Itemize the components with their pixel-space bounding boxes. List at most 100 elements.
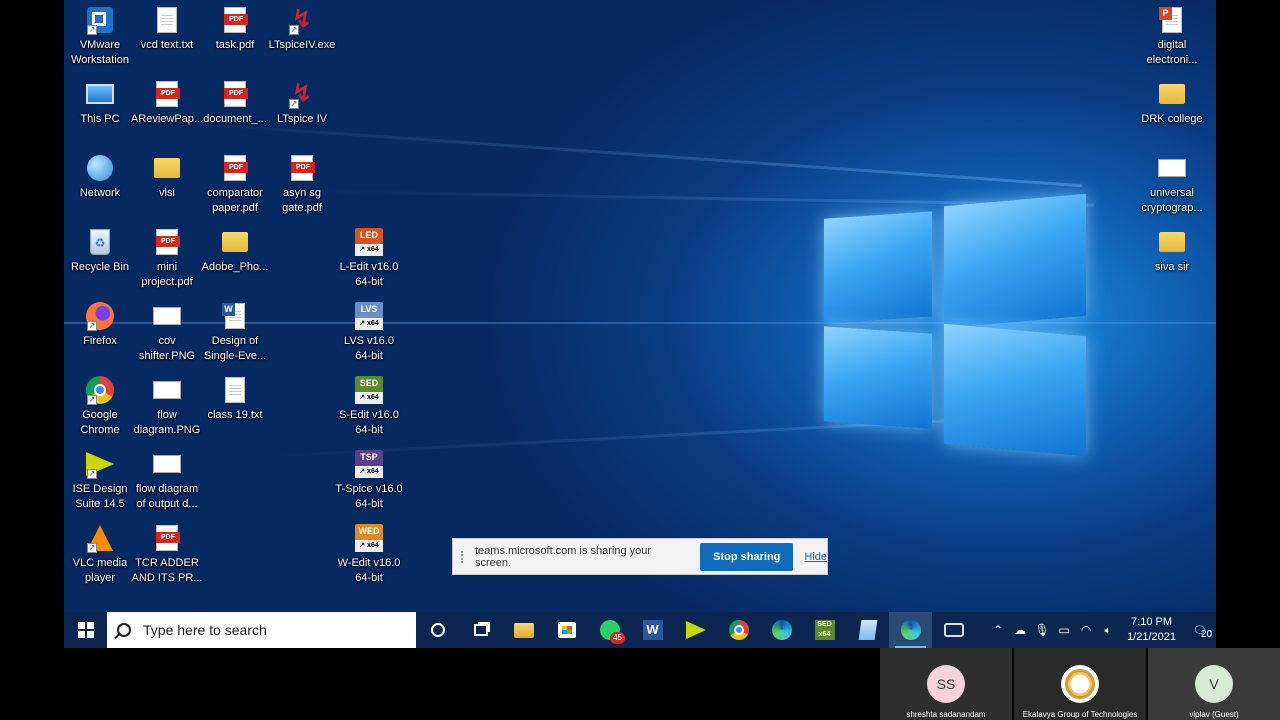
windows-logo-pane [824,211,932,324]
taskbar-app[interactable] [545,612,588,648]
folder-icon [1157,227,1187,257]
desktop-icon[interactable]: SED ↗ x64 S-Edit v16.0 64-bit [333,375,405,438]
desktop-icon-label: vlsi [159,187,175,199]
desktop-icon[interactable]: cov shifter.PNG [131,301,203,364]
desktop-icon[interactable]: This PC [64,79,136,127]
taskbar-app[interactable] [502,612,545,648]
taskbar-app[interactable] [846,612,889,648]
clock-date: 1/21/2021 [1127,631,1176,643]
clock[interactable]: 7:10 PM 1/21/2021 [1119,615,1184,645]
taskbar-app[interactable] [674,612,717,648]
notification-count: 20 [1201,628,1213,640]
powerpoint-file-icon: P [1157,5,1187,35]
desktop-icon[interactable]: WED ↗ x64 W-Edit v16.0 64-bit [333,523,405,586]
desktop-icon[interactable]: PDF document_... [199,79,271,127]
drag-grip-icon[interactable] [461,550,467,563]
desktop-icon[interactable]: PDF TCR ADDER AND ITS PR... [131,523,203,586]
desktop-icon[interactable]: PDF AReviewPap... [131,79,203,127]
participant-name: Ekalavya Group of Technologies [1022,710,1138,719]
hide-link[interactable]: Hide [804,551,827,563]
desktop-icon-label: TCR ADDER AND ITS PR... [131,557,203,584]
desktop-icon[interactable]: LED ↗ x64 L-Edit v16.0 64-bit [333,227,405,290]
desktop-icon[interactable]: class 19.txt [199,375,271,423]
desktop-icon-label: cov shifter.PNG [138,335,196,362]
tanner-ledit-icon: LED ↗ x64 [354,227,384,257]
desktop-icon[interactable]: universal cryptograp... [1136,153,1208,216]
desktop-icon[interactable]: ↗ Google Chrome [64,375,136,438]
system-tray: ⌃ ☁ 🎙︎ ▭ ◠ 🔈︎ 7:10 PM 1/21/2021 🗨︎ 20 [987,612,1216,648]
taskbar-apps: 45 W SED x64 [416,612,975,648]
taskbar-app[interactable]: SED x64 [803,612,846,648]
desktop-icon[interactable]: ♻ Recycle Bin [64,227,136,275]
stop-sharing-button[interactable]: Stop sharing [700,542,794,571]
desktop-icon[interactable]: vlsi [131,153,203,201]
desktop-icon-label: comparator paper.pdf [207,187,263,214]
taskbar-app[interactable] [459,612,502,648]
taskbar-search-box[interactable]: Type here to search [107,612,416,648]
folder-icon [1157,79,1187,109]
sharing-message: teams.microsoft.com is sharing your scre… [475,544,652,569]
desktop-icon-label: class 19.txt [207,409,263,421]
teams-edge-icon [900,620,921,640]
notification-center-button[interactable]: 🗨︎ 20 [1184,624,1216,640]
xilinx-ise-icon [685,621,706,639]
desktop-icon[interactable]: LVS ↗ x64 LVS v16.0 64-bit [333,301,405,364]
desktop-icon[interactable]: ↗ ISE Design Suite 14.5 [64,449,136,512]
organization-logo-icon [1065,669,1095,699]
participant-tile[interactable]: Ekalavya Group of Technologies [1014,648,1146,720]
desktop-icon[interactable]: TSP ↗ x64 T-Spice v16.0 64-bit [333,449,405,512]
text-file-icon [220,375,250,405]
desktop-icon[interactable]: PDF asyn sg gate.pdf [266,153,338,216]
avatar: V [1195,665,1233,703]
cortana-icon [430,623,445,637]
taskbar: Type here to search 45 W SED x64 ⌃ ☁ 🎙︎ ▭ ◠… [64,612,1216,648]
taskbar-app[interactable] [416,612,459,648]
volume-icon[interactable]: 🔈︎ [1097,623,1119,638]
clock-time: 7:10 PM [1131,616,1173,628]
desktop-icon[interactable]: ↯ ↗ LTspiceIV.exe [266,5,338,53]
microphone-icon[interactable]: 🎙︎ [1031,623,1053,637]
start-button[interactable] [64,612,107,648]
desktop-icon[interactable]: vcd text.txt [131,5,203,53]
desktop-icon[interactable]: Pdigital electroni... [1136,5,1208,68]
desktop-icon[interactable]: ↗ VMware Workstation [64,5,136,68]
chevron-up-icon[interactable]: ⌃ [987,623,1009,637]
windows-logo-pane [824,326,932,429]
desktop-icon[interactable]: PDF task.pdf [199,5,271,53]
desktop-icon[interactable]: DRK college [1136,79,1208,127]
desktop-icon[interactable]: ↗ VLC media player [64,523,136,586]
desktop-icon[interactable]: ↯ ↗ LTspice IV [266,79,338,127]
battery-icon[interactable]: ▭ [1053,623,1075,637]
desktop-icon[interactable]: siva sir [1136,227,1208,275]
wifi-icon[interactable]: ◠ [1075,623,1097,637]
task-view-icon [473,624,488,636]
search-icon [117,623,131,637]
taskbar-app[interactable] [932,612,975,648]
search-placeholder: Type here to search [143,622,267,638]
desktop-icon[interactable]: flow diagram.PNG [131,375,203,438]
vmware-icon: ↗ [85,5,115,35]
vlc-icon: ↗ [85,523,115,553]
tanner-badge: LVS [360,304,378,314]
taskbar-app[interactable] [717,612,760,648]
desktop-icon[interactable]: ↗ Firefox [64,301,136,349]
desktop-icon[interactable]: PDF comparator paper.pdf [199,153,271,216]
taskbar-app[interactable] [889,612,932,648]
desktop-icon-label: flow diagram.PNG [133,409,201,436]
taskbar-app[interactable] [760,612,803,648]
participant-tile[interactable]: Vviplav (Guest) [1148,648,1280,720]
pdf-file-icon: PDF [152,227,182,257]
desktop-icon[interactable]: Network [64,153,136,201]
ltspice-icon: ↯ ↗ [289,80,313,109]
desktop-icon[interactable]: W Design of Single-Eve... [199,301,271,364]
participant-tile[interactable]: SS shreshta sadanandam [880,648,1012,720]
onedrive-icon[interactable]: ☁ [1009,623,1031,637]
desktop-icon-label: Firefox [83,335,117,347]
taskbar-app[interactable]: 45 [588,612,631,648]
desktop-icon[interactable]: flow diagram of output d... [131,449,203,512]
taskbar-app[interactable]: W [631,612,674,648]
avatar: SS [927,665,965,703]
desktop-icon[interactable]: Adobe_Pho... [199,227,271,275]
desktop-icon[interactable]: PDF mini project.pdf [131,227,203,290]
desktop-icon-label: flow diagram of output d... [135,483,199,510]
